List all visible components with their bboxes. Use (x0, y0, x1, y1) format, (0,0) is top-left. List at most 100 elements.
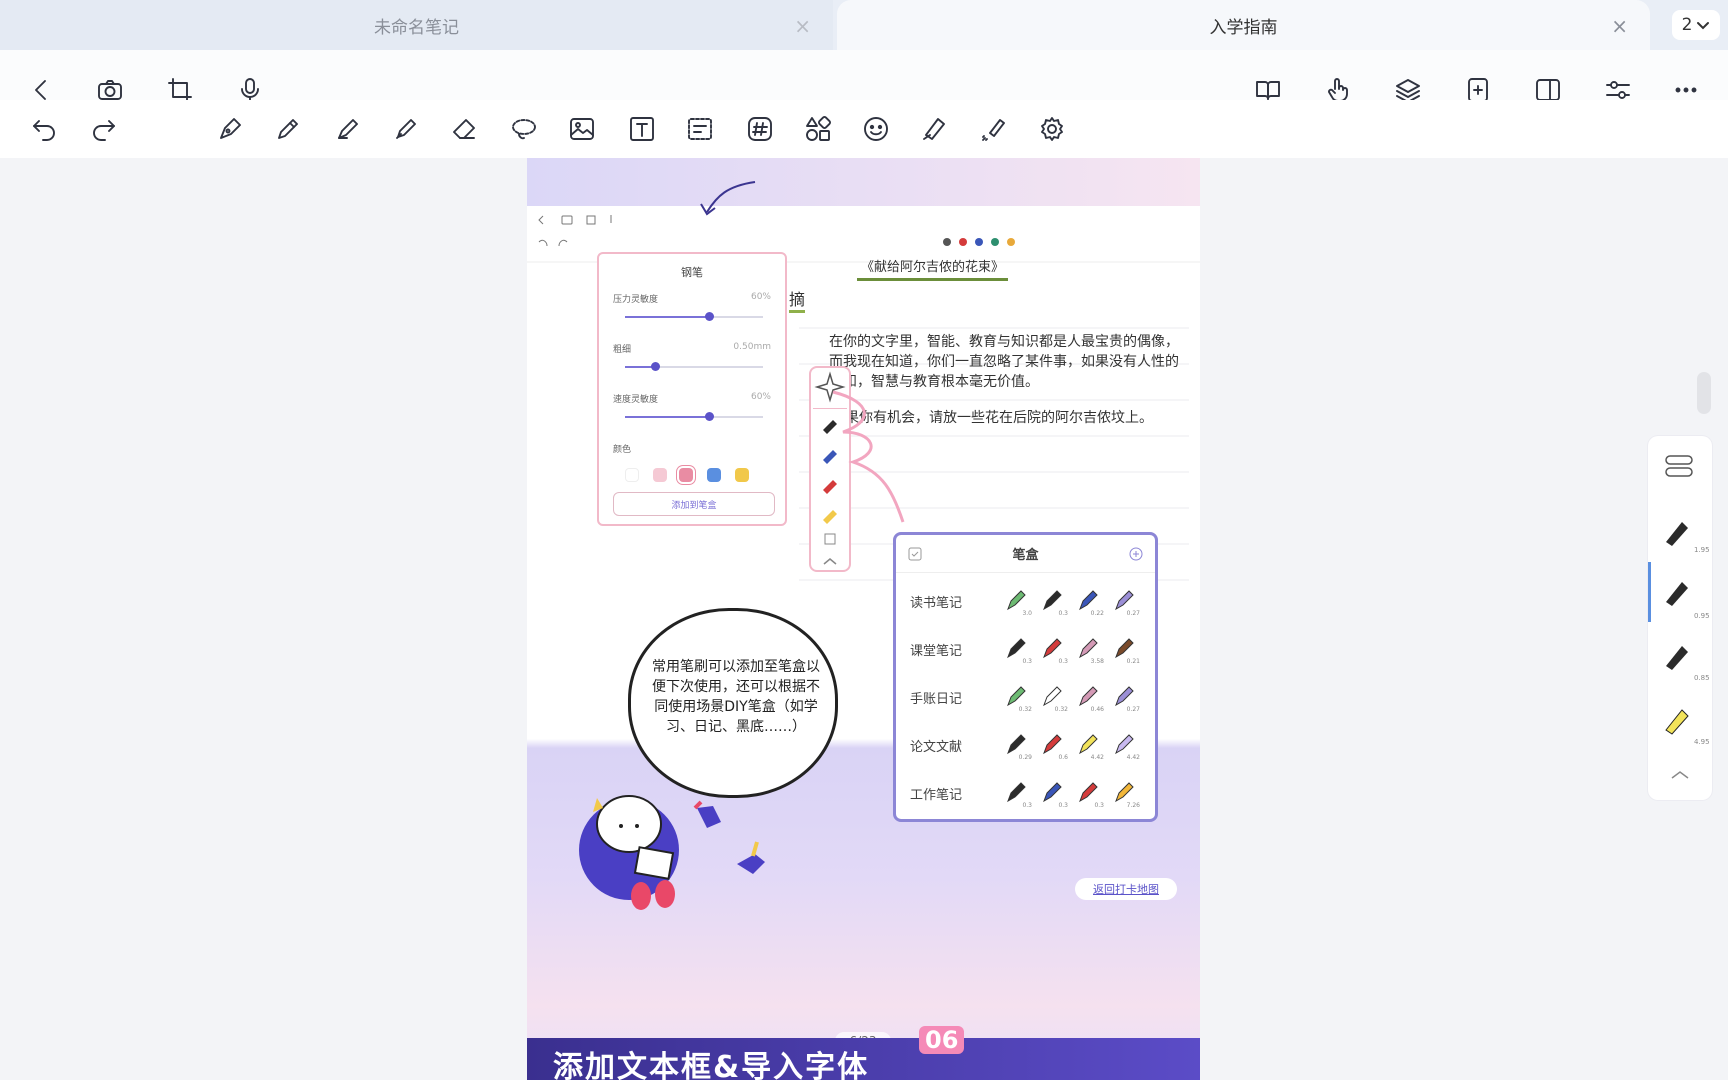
pen-preset-icon[interactable]: 0.22 (1076, 587, 1104, 617)
penbox-row[interactable]: 手账日记 0.32 0.32 0.46 0.27 (896, 671, 1155, 723)
fountain-pen-icon[interactable] (212, 111, 248, 147)
pen-preset-icon[interactable]: 4.42 (1076, 731, 1104, 761)
penbox-row[interactable]: 工作笔记 0.3 0.3 0.3 7.26 (896, 767, 1155, 819)
redo-icon[interactable] (86, 111, 122, 147)
pen-preset-size: 0.21 (1126, 658, 1140, 665)
pencil-icon[interactable] (270, 111, 306, 147)
eraser-icon[interactable] (446, 111, 482, 147)
laser-pointer-icon[interactable] (976, 111, 1012, 147)
back-to-map-link[interactable]: 返回打卡地图 (1075, 878, 1177, 900)
pen-preset-size: 0.29 (1018, 754, 1032, 761)
color-swatch[interactable] (625, 468, 639, 482)
pen-preset-icon[interactable]: 0.3 (1004, 635, 1032, 665)
pen-collapse-icon (1665, 455, 1693, 477)
tab-count: 2 (1681, 15, 1693, 35)
pen-preset-size: 7.26 (1126, 802, 1140, 809)
pen-preset-size: 0.3 (1058, 610, 1068, 617)
marker-black-icon (1666, 522, 1688, 546)
pen-preset-size: 3.0 (1022, 610, 1032, 617)
tab-title: 入学指南 (1209, 17, 1278, 38)
close-tab-icon[interactable]: × (794, 14, 811, 38)
speed-label: 速度灵敏度 (613, 395, 659, 405)
lasso-icon[interactable] (506, 111, 542, 147)
add-icon[interactable] (1129, 547, 1143, 561)
tape-icon[interactable] (916, 111, 952, 147)
pen-preset-icon[interactable]: 3.58 (1076, 635, 1104, 665)
penbox-row-name: 工作笔记 (910, 787, 963, 803)
pen-preset-icon[interactable]: 0.3 (1040, 635, 1068, 665)
shapes-icon[interactable] (800, 111, 836, 147)
pen-preset-icon[interactable]: 4.42 (1112, 731, 1140, 761)
close-tab-icon[interactable]: × (1611, 14, 1628, 38)
quick-pen-rail: 1.95 0.95 0.85 4.95 (1648, 436, 1712, 800)
pressure-slider[interactable] (625, 312, 763, 321)
margin-note: 摘 (789, 290, 806, 313)
speed-slider[interactable] (625, 412, 763, 421)
next-section-banner: 添加文本框&导入字体 06 (527, 1026, 1200, 1080)
section-number: 06 (919, 1026, 965, 1054)
pen-preset-icon[interactable]: 0.3 (1040, 587, 1068, 617)
tab-enrollment-guide[interactable]: 入学指南 × (837, 0, 1650, 50)
pen-preset-size: 3.58 (1090, 658, 1104, 665)
handwritten-heading: 《献给阿尔吉侬的花束》 (857, 258, 1009, 281)
drawing-toolbar (0, 100, 1728, 158)
pen-preset-size: 4.42 (1126, 754, 1140, 761)
thickness-slider[interactable] (625, 362, 763, 371)
pen-preset-icon[interactable]: 0.32 (1040, 683, 1068, 713)
page-scroll-handle[interactable] (1697, 372, 1711, 414)
color-label: 颜色 (613, 445, 632, 455)
tag-icon[interactable] (742, 111, 778, 147)
tab-bar: 未命名笔记 × • • • 入学指南 × 2 (0, 0, 1728, 50)
pen-preset-icon[interactable]: 0.3 (1076, 779, 1104, 809)
pen-preset-icon[interactable]: 7.26 (1112, 779, 1140, 809)
pen-preset-size: 0.32 (1054, 706, 1068, 713)
add-to-penbox-button[interactable]: 添加到笔盒 (613, 492, 775, 516)
color-swatch[interactable] (735, 468, 749, 482)
squiggle-arrow (832, 390, 905, 523)
highlighter-yellow-icon (1665, 709, 1689, 735)
pen-size: 1.95 (1694, 546, 1710, 554)
penbox-row[interactable]: 论文文献 0.29 0.6 4.42 4.42 (896, 719, 1155, 771)
pen-preset-size: 0.3 (1022, 802, 1032, 809)
sticker-icon[interactable] (858, 111, 894, 147)
penbox-row-name: 手账日记 (910, 691, 963, 707)
settings-icon[interactable] (1034, 111, 1070, 147)
pen-preset-icon[interactable]: 0.3 (1004, 779, 1032, 809)
color-swatch-selected[interactable] (679, 468, 693, 482)
marker-icon[interactable] (330, 111, 366, 147)
pen-preset-icon[interactable]: 0.27 (1112, 683, 1140, 713)
fountain-pen-selected-icon (1666, 582, 1688, 606)
undo-icon[interactable] (26, 111, 62, 147)
pen-preset-icon[interactable]: 0.32 (1004, 683, 1032, 713)
section-title: 添加文本框&导入字体 (553, 1050, 870, 1080)
pressure-value: 60% (750, 292, 771, 302)
color-swatch[interactable] (653, 468, 667, 482)
pen-size: 4.95 (1694, 738, 1710, 746)
penbox-row[interactable]: 课堂笔记 0.3 0.3 3.58 0.21 (896, 623, 1155, 675)
checkbox-icon[interactable] (908, 547, 922, 561)
pen-preset-size: 4.42 (1090, 754, 1104, 761)
pen-preset-icon[interactable]: 0.21 (1112, 635, 1140, 665)
pen-preset-icon[interactable]: 3.0 (1004, 587, 1032, 617)
note-page: 钢笔 压力灵敏度 60% 粗细 0.50mm 速度灵敏度 60% 颜色 添加到笔… (527, 158, 1200, 1080)
pen-preset-icon[interactable]: 0.3 (1040, 779, 1068, 809)
select-text-icon[interactable] (682, 111, 718, 147)
pen-preset-icon[interactable]: 0.6 (1040, 731, 1068, 761)
pen-preset-icon[interactable]: 0.29 (1004, 731, 1032, 761)
penbox-row[interactable]: 读书笔记 3.0 0.3 0.22 0.27 (896, 575, 1155, 627)
pen-preset-size: 0.22 (1090, 610, 1104, 617)
highlighter-icon[interactable] (388, 111, 424, 147)
chevron-up-icon (1671, 771, 1689, 779)
image-icon[interactable] (564, 111, 600, 147)
text-box-icon[interactable] (624, 111, 660, 147)
tab-count-button[interactable]: 2 (1672, 10, 1720, 40)
tab-title: 未命名笔记 (374, 17, 459, 38)
penbox-row-name: 课堂笔记 (910, 643, 963, 659)
penbox-row-name: 读书笔记 (910, 595, 963, 611)
color-swatch[interactable] (707, 468, 721, 482)
penbox-title: 笔盒 (1012, 548, 1039, 563)
tip-text: 常用笔刷可以添加至笔盒以便下次使用，还可以根据不同使用场景DIY笔盒（如学习、日… (652, 659, 820, 735)
tab-untitled-note[interactable]: 未命名笔记 × (0, 0, 833, 50)
pen-preset-icon[interactable]: 0.46 (1076, 683, 1104, 713)
pen-preset-icon[interactable]: 0.27 (1112, 587, 1140, 617)
